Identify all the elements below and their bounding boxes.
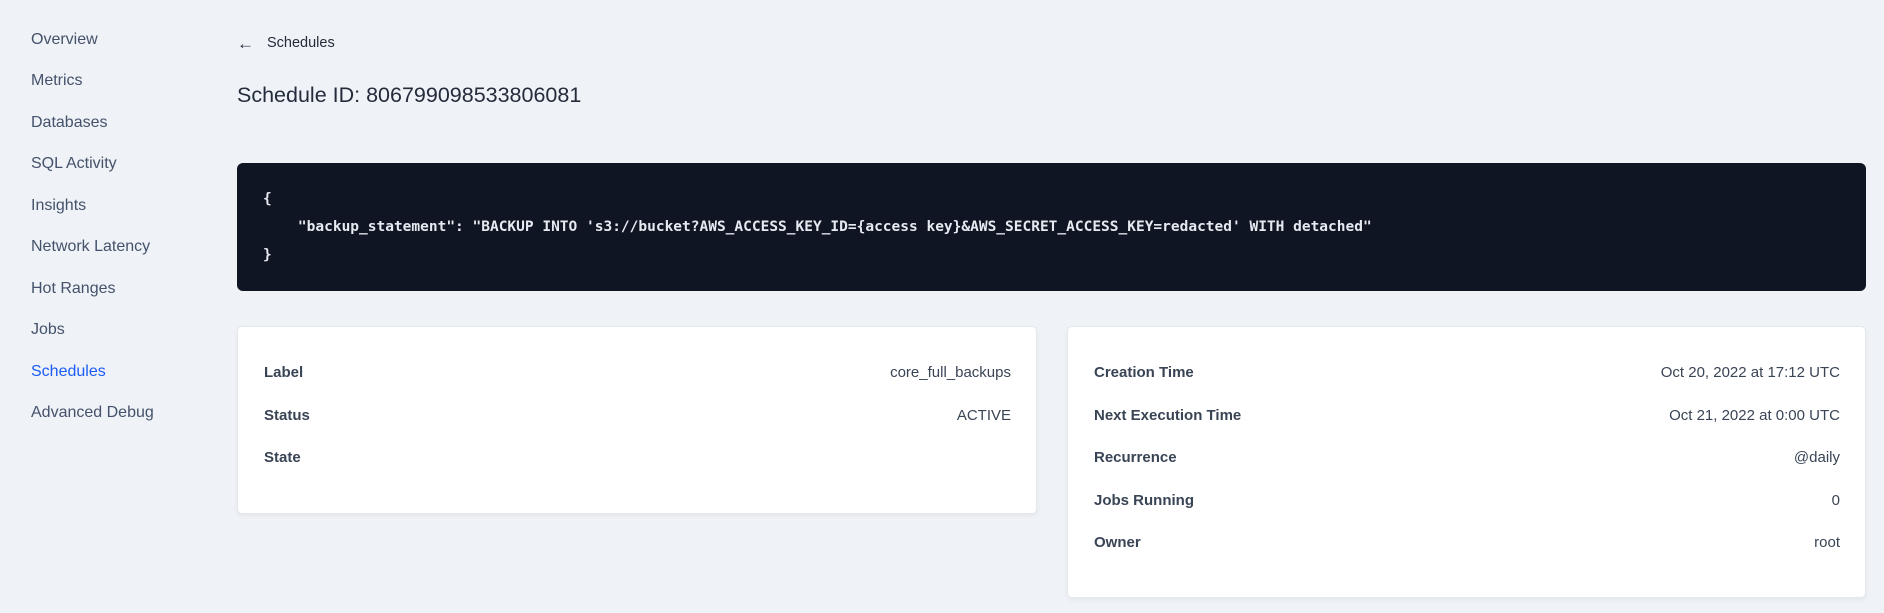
detail-row: Owner root [1094,522,1840,565]
sidebar-item-label: Databases [31,113,108,131]
sidebar-item-overview[interactable]: Overview [31,19,190,61]
sidebar-item-label: Metrics [31,72,83,90]
sidebar-item-advanced-debug[interactable]: Advanced Debug [31,393,190,435]
detail-row-label: Creation Time [1094,364,1194,382]
schedule-statement-code-block: { "backup_statement": "BACKUP INTO 's3:/… [237,162,1866,291]
detail-row-value: ACTIVE [956,406,1011,424]
detail-row-label: Owner [1094,534,1141,552]
detail-row-label: Label [264,364,304,382]
sidebar-item-hot-ranges[interactable]: Hot Ranges [31,268,190,310]
sidebar-nav-list: Overview Metrics Databases SQL Activity … [31,19,190,434]
page-title: Schedule ID: 806799098533806081 [237,82,582,107]
sidebar-item-schedules[interactable]: Schedules [31,351,190,393]
arrow-left-icon: ← [237,33,254,53]
sidebar: Overview Metrics Databases SQL Activity … [0,0,190,613]
sidebar-item-label: Advanced Debug [31,404,154,422]
sidebar-item-databases[interactable]: Databases [31,102,190,144]
sidebar-item-label: SQL Activity [31,155,117,173]
detail-row: Label core_full_backups [264,352,1011,395]
detail-row-label: Next Execution Time [1094,406,1242,424]
detail-row: Creation Time Oct 20, 2022 at 17:12 UTC [1094,352,1840,395]
back-link-label: Schedules [267,35,335,51]
schedule-meta-card: Creation Time Oct 20, 2022 at 17:12 UTC … [1067,325,1866,598]
detail-row: Next Execution Time Oct 21, 2022 at 0:00… [1094,394,1840,437]
sidebar-item-label: Jobs [31,321,65,339]
sidebar-item-label: Network Latency [31,238,151,256]
detail-row-label: Status [264,406,310,424]
detail-row-value: root [1814,534,1840,552]
sidebar-item-metrics[interactable]: Metrics [31,61,190,103]
back-link[interactable]: ← Schedules [237,33,335,53]
sidebar-item-label: Insights [31,196,87,214]
detail-cards-row: Label core_full_backups Status ACTIVE St… [237,325,1866,598]
detail-row-label: Jobs Running [1094,491,1194,509]
detail-row-value: @daily [1793,449,1840,467]
main-content: ← Schedules Schedule ID: 806799098533806… [190,0,1884,613]
detail-row: Status ACTIVE [264,394,1011,437]
sidebar-item-label: Hot Ranges [31,279,116,297]
sidebar-item-label: Overview [31,30,98,48]
detail-row: Jobs Running 0 [1094,479,1840,522]
sidebar-item-label: Schedules [31,362,106,380]
schedule-label-card: Label core_full_backups Status ACTIVE St… [237,325,1037,514]
detail-row-label: State [264,449,301,467]
detail-row: State [264,437,1011,480]
sidebar-item-network-latency[interactable]: Network Latency [31,227,190,269]
sidebar-item-sql-activity[interactable]: SQL Activity [31,144,190,186]
detail-row: Recurrence @daily [1094,437,1840,480]
app-root: Overview Metrics Databases SQL Activity … [0,0,1884,613]
detail-row-value: core_full_backups [890,364,1011,382]
detail-row-value: Oct 21, 2022 at 0:00 UTC [1669,406,1840,424]
detail-row-value: 0 [1831,491,1840,509]
sidebar-item-insights[interactable]: Insights [31,185,190,227]
sidebar-item-jobs[interactable]: Jobs [31,310,190,352]
detail-row-label: Recurrence [1094,449,1177,467]
detail-row-value: Oct 20, 2022 at 17:12 UTC [1660,364,1840,382]
